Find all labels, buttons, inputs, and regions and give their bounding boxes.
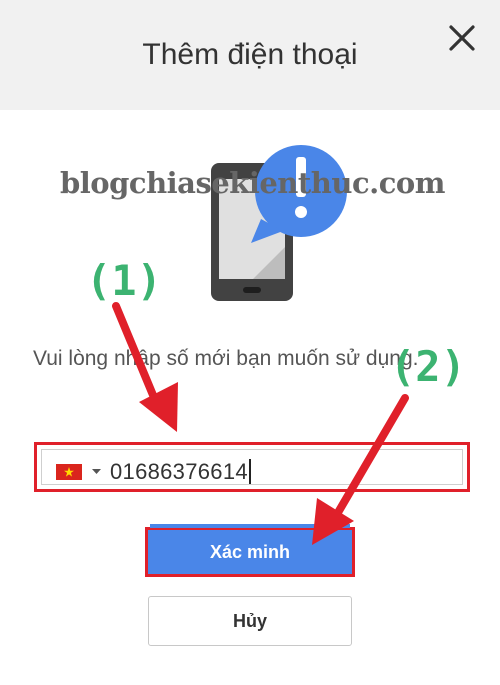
watermark: blogchiasekienthuc.com xyxy=(60,166,445,200)
phone-alert-icon xyxy=(211,145,347,301)
step-2-label: (2) xyxy=(390,342,466,391)
close-button[interactable] xyxy=(444,20,480,56)
step-1-label: (1) xyxy=(86,256,162,305)
phone-number-input[interactable]: 01686376614 xyxy=(110,459,251,485)
phone-input-frame: 01686376614 xyxy=(41,449,463,485)
phone-input-field[interactable]: 01686376614 xyxy=(34,442,470,492)
cancel-button[interactable]: Hủy xyxy=(148,596,352,646)
verify-button-wrap: Xác minh xyxy=(145,524,355,577)
phone-number-value: 01686376614 xyxy=(110,459,248,484)
text-cursor xyxy=(248,459,251,484)
dialog-title: Thêm điện thoại xyxy=(142,38,358,71)
caret-down-icon[interactable] xyxy=(92,469,101,474)
vietnam-flag-icon[interactable] xyxy=(56,464,82,480)
verify-button[interactable]: Xác minh xyxy=(145,524,355,577)
close-icon xyxy=(449,25,475,51)
